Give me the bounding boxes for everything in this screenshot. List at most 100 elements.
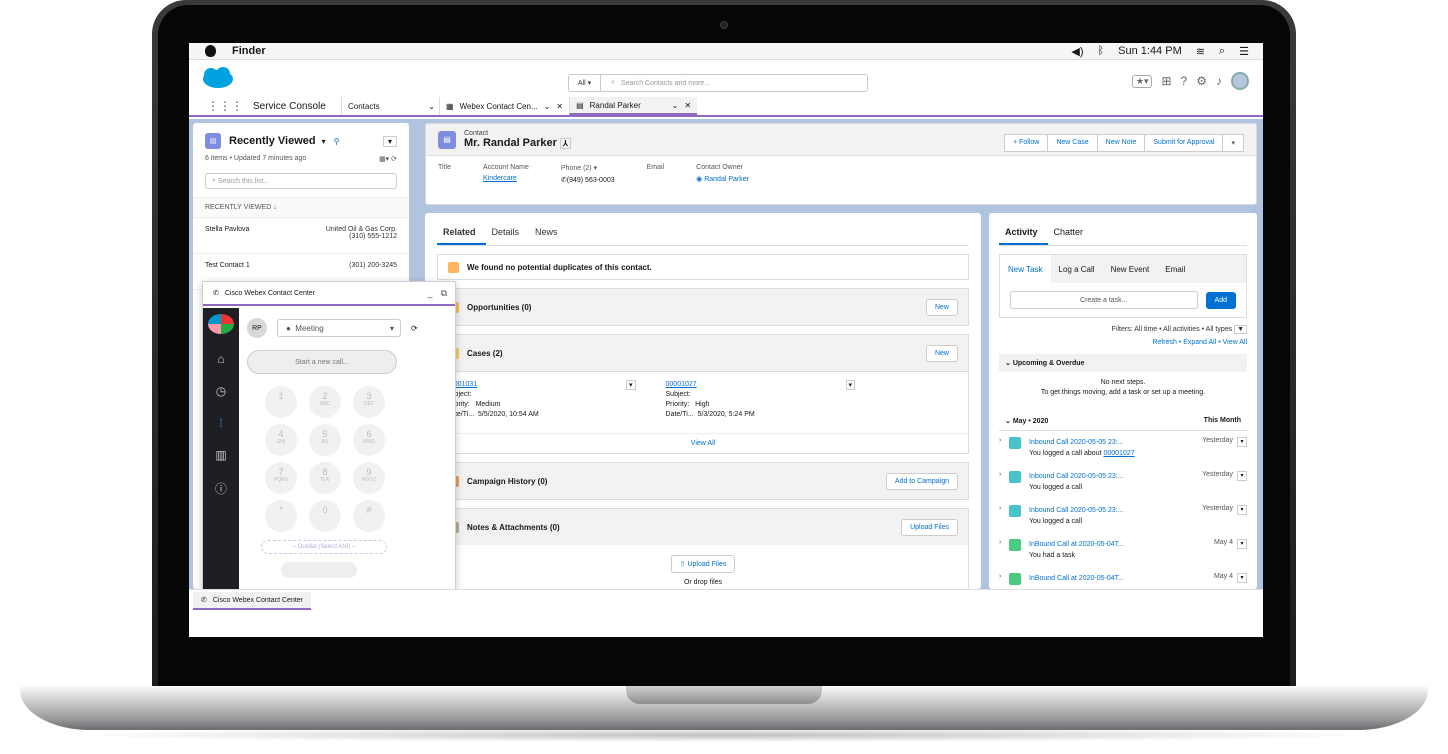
activity-title-link[interactable]: Inbound Call 2020-05-05 23:... [1029,507,1124,514]
tab-related[interactable]: Related [437,223,486,245]
card-title[interactable]: Notes & Attachments (0) [467,523,560,532]
card-title[interactable]: Cases (2) [467,349,503,358]
activity-title-link[interactable]: Inbound Call 2020-05-05 23:... [1029,439,1124,446]
new-opportunity-button[interactable]: New [925,298,958,316]
global-search[interactable]: All ▾ ⌕ Search Contacts and more... [568,74,868,92]
dial-button[interactable] [281,562,357,578]
help-icon[interactable]: ⓘ [203,480,239,497]
more-actions-icon[interactable]: ▾ [1222,134,1244,152]
utility-webex[interactable]: ✆ Cisco Webex Contact Center [193,592,312,610]
home-icon[interactable]: ⌂ [203,352,239,366]
timeline-item[interactable]: › Inbound Call 2020-05-05 23:... You logge… [999,437,1247,465]
chevron-right-icon[interactable]: › [999,471,1009,499]
activity-related-link[interactable]: 00001027 [1103,450,1134,457]
tab-chatter[interactable]: Chatter [1048,223,1094,245]
file-drop-zone[interactable]: ⇧ Upload Files Or drop files [438,545,968,589]
pin-icon[interactable]: ⚲ [334,137,340,146]
upcoming-section[interactable]: ⌄ Upcoming & Overdue [999,354,1247,372]
clock-icon[interactable]: ◷ [203,384,239,398]
apple-icon[interactable] [205,45,216,57]
activity-title-link[interactable]: InBound Call at 2020-05-04T... [1029,575,1124,582]
stats-icon[interactable]: ▥ [203,448,239,462]
add-icon[interactable]: ⊞ [1161,74,1171,88]
popout-icon[interactable]: ⧉ [441,288,447,299]
add-to-campaign-button[interactable]: Add to Campaign [885,472,958,490]
submit-approval-button[interactable]: Submit for Approval [1144,134,1224,152]
outdial-select[interactable]: -- Outdial (Select ANI) -- [261,540,387,554]
dialpad-key[interactable]: 0 [309,500,341,532]
timeline-item[interactable]: › InBound Call at 2020-05-04T... May 4 ▾ [999,573,1247,589]
tab-new-task[interactable]: New Task [1000,255,1051,283]
activity-links[interactable]: Refresh • Expand All • View All [989,333,1257,346]
owner-link[interactable]: ◉ Randal Parker [696,175,749,183]
new-call-input[interactable]: Start a new call... [247,350,397,374]
upload-files-button[interactable]: Upload Files [901,518,958,536]
chevron-down-icon[interactable]: ▾ [594,165,598,172]
search-scope[interactable]: All ▾ [569,75,601,91]
chevron-right-icon[interactable]: › [999,573,1009,589]
create-task-input[interactable]: Create a task... [1010,291,1198,309]
menubar-clock[interactable]: Sun 1:44 PM [1118,45,1182,57]
new-case-button[interactable]: New [925,344,958,362]
upload-button[interactable]: ⇧ Upload Files [670,555,736,573]
bell-icon[interactable]: ♪ [1216,74,1222,88]
new-case-button[interactable]: New Case [1047,134,1098,152]
agent-avatar[interactable]: RP [247,318,267,338]
wifi-icon[interactable]: ≋ [1196,45,1205,58]
hierarchy-icon[interactable]: ⅄ [560,138,571,149]
tab-randal-parker[interactable]: ▤ Randal Parker ⌄ ✕ [569,97,698,115]
timeline-item[interactable]: › InBound Call at 2020-05-04T... You had a… [999,539,1247,567]
case-menu-icon[interactable]: ▾ [845,380,856,390]
chevron-down-icon[interactable]: ⌄ [672,101,679,110]
dialpad-key[interactable]: * [265,500,297,532]
chevron-down-icon[interactable]: ⌄ [544,102,551,111]
list-section-header[interactable]: RECENTLY VIEWED ↓ [193,197,409,218]
dialpad-key[interactable]: 3 DEF [353,386,385,418]
user-avatar[interactable] [1231,72,1249,90]
app-launcher-icon[interactable]: ⋮⋮⋮ [207,99,243,113]
dialpad-icon[interactable]: ⁞ [203,416,239,430]
activity-menu-icon[interactable]: ▾ [1237,505,1247,515]
tab-activity[interactable]: Activity [999,223,1048,245]
tab-new-event[interactable]: New Event [1103,255,1158,283]
case-menu-icon[interactable]: ▾ [626,380,636,390]
minimize-icon[interactable]: _ [428,288,433,299]
dialpad-key[interactable]: 9 WXYZ [353,462,385,494]
dialpad-key[interactable]: 5 JKL [309,424,341,456]
tab-log-call[interactable]: Log a Call [1051,255,1103,283]
activity-menu-icon[interactable]: ▾ [1237,539,1247,549]
new-note-button[interactable]: New Note [1096,134,1146,152]
tab-news[interactable]: News [529,223,568,245]
list-view-title[interactable]: Recently Viewed [229,135,316,147]
month-section[interactable]: ⌄ May • 2020 This Month [999,412,1247,431]
follow-button[interactable]: + Follow [1004,134,1049,152]
activity-title-link[interactable]: Inbound Call 2020-05-05 23:... [1029,473,1124,480]
list-controls-icon[interactable]: ▦▾ ⟳ [379,155,397,163]
case-number-link[interactable]: 00001027 [666,381,697,388]
search-input[interactable]: Search Contacts and more... [621,80,710,87]
timeline-item[interactable]: › Inbound Call 2020-05-05 23:... You logge… [999,471,1247,499]
filter-icon[interactable]: ▼ [1234,325,1247,334]
object-selector[interactable]: Contacts ⌄ [341,97,439,115]
tab-webex[interactable]: ▦ Webex Contact Cen... ⌄ ✕ [439,97,569,115]
refresh-icon[interactable]: ⟳ [411,324,418,333]
dialpad-key[interactable]: 2 ABC [309,386,341,418]
add-task-button[interactable]: Add [1205,291,1236,309]
chevron-right-icon[interactable]: › [999,437,1009,465]
spotlight-icon[interactable]: ⌕ [1219,45,1225,58]
menubar-app[interactable]: Finder [232,45,266,57]
close-icon[interactable]: ✕ [684,101,691,110]
close-icon[interactable]: ✕ [556,102,563,111]
agent-state-select[interactable]: ● Meeting ▾ [277,319,401,337]
gear-icon[interactable]: ⚙ [1196,74,1207,88]
list-item[interactable]: Stella Pavlova United Oil & Gas Corp. (310… [193,218,409,254]
view-all-cases-link[interactable]: View All [438,433,968,453]
timeline-item[interactable]: › Inbound Call 2020-05-05 23:... You logge… [999,505,1247,533]
dialpad-key[interactable]: # [353,500,385,532]
dialpad-key[interactable]: 7 PQRS [265,462,297,494]
menu-list-icon[interactable]: ☰ [1239,45,1249,58]
activity-menu-icon[interactable]: ▾ [1237,471,1247,481]
card-title[interactable]: Opportunities (0) [467,303,531,312]
dialpad-key[interactable]: 4 GHI [265,424,297,456]
volume-icon[interactable]: ◀) [1071,45,1083,58]
